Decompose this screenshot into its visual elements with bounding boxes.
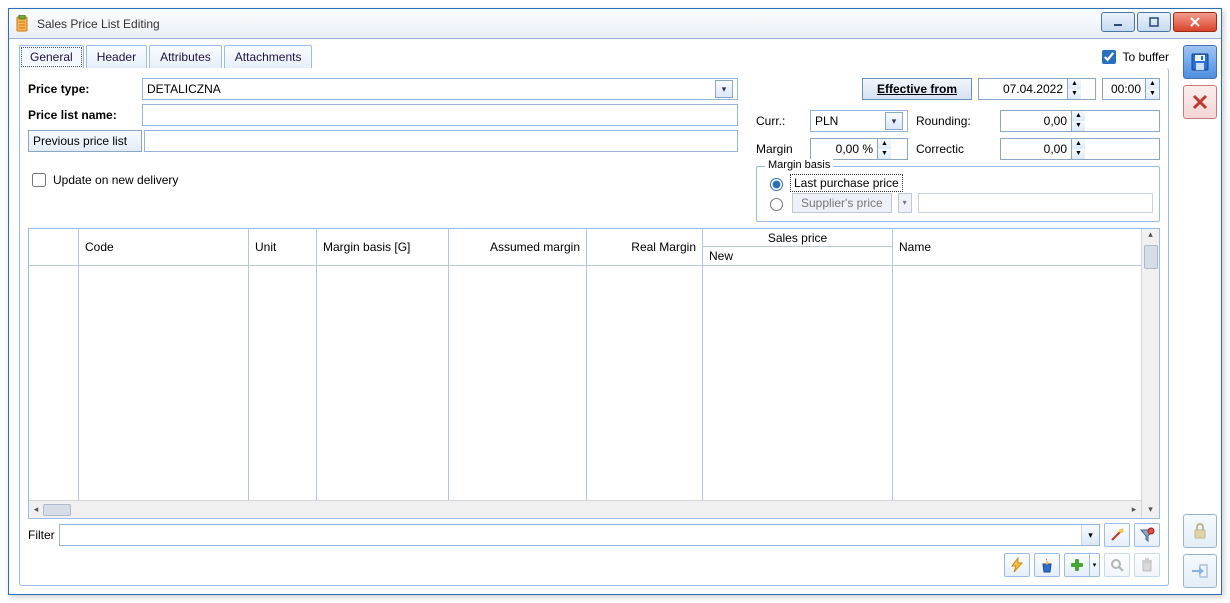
col-real-margin[interactable]: Real Margin: [587, 229, 703, 265]
margin-up[interactable]: ▲: [877, 139, 891, 149]
margin-input[interactable]: [811, 140, 877, 158]
col-sales-price-new: New: [703, 247, 892, 265]
trash-button[interactable]: [1134, 553, 1160, 577]
bolt-button[interactable]: [1004, 553, 1030, 577]
tab-general[interactable]: General: [19, 45, 84, 69]
close-button[interactable]: [1173, 12, 1217, 32]
price-type-combo[interactable]: DETALICZNA ▾: [142, 78, 738, 100]
save-side-button[interactable]: [1183, 45, 1217, 79]
add-button[interactable]: [1064, 553, 1090, 577]
time-down[interactable]: ▼: [1145, 89, 1159, 99]
rounding-up[interactable]: ▲: [1071, 111, 1085, 121]
tab-header[interactable]: Header: [86, 45, 147, 69]
title-bar: Sales Price List Editing: [9, 9, 1221, 39]
fire-bucket-button[interactable]: [1034, 553, 1060, 577]
margin-basis-last-purchase-radio[interactable]: [770, 178, 783, 191]
grid-vscroll[interactable]: ▴ ▾: [1141, 229, 1159, 518]
lock-side-button[interactable]: [1183, 514, 1217, 548]
suppliers-price-button[interactable]: Supplier's price: [792, 193, 892, 213]
window-title: Sales Price List Editing: [37, 17, 160, 31]
to-buffer-checkbox[interactable]: [1102, 50, 1116, 64]
scroll-left-icon[interactable]: ◂: [29, 504, 43, 515]
correctic-field[interactable]: ▲▼: [1000, 138, 1160, 160]
tab-attributes[interactable]: Attributes: [149, 45, 222, 69]
correctic-label: Correctic: [916, 142, 992, 156]
currency-combo[interactable]: PLN ▾: [810, 110, 908, 132]
date-up[interactable]: ▲: [1067, 79, 1081, 89]
time-up[interactable]: ▲: [1145, 79, 1159, 89]
col-sales-price[interactable]: Sales price New: [703, 229, 893, 265]
rounding-down[interactable]: ▼: [1071, 121, 1085, 131]
col-unit[interactable]: Unit: [249, 229, 317, 265]
margin-basis-last-purchase-label: Last purchase price: [792, 176, 901, 190]
filter-input[interactable]: [60, 525, 1081, 545]
effective-time-field[interactable]: ▲▼: [1102, 78, 1160, 100]
items-grid: Code Unit Margin basis [G] Assumed margi…: [28, 228, 1160, 519]
rounding-field[interactable]: ▲▼: [1000, 110, 1160, 132]
currency-value: PLN: [815, 114, 838, 128]
suppliers-price-dropdown[interactable]: ▾: [898, 193, 912, 213]
col-assumed-margin[interactable]: Assumed margin: [449, 229, 587, 265]
rounding-label: Rounding:: [916, 114, 992, 128]
add-dropdown[interactable]: ▾: [1090, 553, 1100, 577]
vscroll-thumb[interactable]: [1144, 245, 1158, 269]
correctic-input[interactable]: [1001, 140, 1071, 158]
date-down[interactable]: ▼: [1067, 89, 1081, 99]
scroll-up-icon[interactable]: ▴: [1148, 229, 1153, 243]
grid-hscroll[interactable]: ◂ ▸: [29, 500, 1141, 518]
col-margin-basis[interactable]: Margin basis [G]: [317, 229, 449, 265]
tab-strip: General Header Attributes Attachments: [19, 45, 312, 69]
effective-time-input[interactable]: [1103, 80, 1145, 98]
tab-attachments[interactable]: Attachments: [224, 45, 313, 69]
effective-date-field[interactable]: ▲▼: [978, 78, 1096, 100]
margin-field[interactable]: ▲▼: [810, 138, 908, 160]
col-rowhandle[interactable]: [29, 229, 79, 265]
correctic-down[interactable]: ▼: [1071, 149, 1085, 159]
price-type-label: Price type:: [28, 82, 142, 96]
update-on-delivery-label: Update on new delivery: [53, 173, 178, 187]
col-name[interactable]: Name: [893, 229, 1141, 265]
margin-down[interactable]: ▼: [877, 149, 891, 159]
chevron-down-icon: ▾: [715, 80, 733, 98]
hscroll-thumb[interactable]: [43, 504, 71, 516]
margin-label: Margin: [756, 142, 802, 156]
col-code[interactable]: Code: [79, 229, 249, 265]
price-type-value: DETALICZNA: [147, 82, 221, 96]
margin-basis-group: Margin basis Last purchase price Supplie…: [756, 166, 1160, 222]
chevron-down-icon: ▾: [885, 112, 903, 130]
currency-label: Curr.:: [756, 114, 802, 128]
filter-combo[interactable]: ▾: [59, 524, 1100, 546]
import-side-button[interactable]: [1183, 554, 1217, 588]
col-sales-price-top: Sales price: [703, 229, 892, 247]
cancel-side-button[interactable]: [1183, 85, 1217, 119]
rounding-input[interactable]: [1001, 112, 1071, 130]
price-list-name-input[interactable]: [142, 104, 738, 126]
scroll-right-icon[interactable]: ▸: [1127, 504, 1141, 515]
maximize-button[interactable]: [1137, 12, 1171, 32]
app-window: Sales Price List Editing General Header …: [8, 8, 1222, 595]
scroll-down-icon[interactable]: ▾: [1148, 504, 1153, 518]
correctic-up[interactable]: ▲: [1071, 139, 1085, 149]
grid-body[interactable]: [29, 266, 1141, 500]
to-buffer-label: To buffer: [1123, 50, 1169, 64]
update-on-delivery-checkbox[interactable]: [32, 173, 46, 187]
margin-basis-legend: Margin basis: [765, 159, 833, 171]
filter-wand-button[interactable]: [1104, 523, 1130, 547]
minimize-button[interactable]: [1101, 12, 1135, 32]
grid-header: Code Unit Margin basis [G] Assumed margi…: [29, 229, 1141, 266]
previous-price-list-button[interactable]: Previous price list: [28, 130, 142, 152]
search-button[interactable]: [1104, 553, 1130, 577]
filter-funnel-button[interactable]: [1134, 523, 1160, 547]
suppliers-price-field[interactable]: [918, 193, 1153, 213]
filter-label: Filter: [28, 528, 55, 542]
filter-dropdown-icon[interactable]: ▾: [1081, 525, 1099, 545]
app-icon: [15, 15, 31, 33]
margin-basis-supplier-radio[interactable]: [770, 198, 783, 211]
price-list-name-label: Price list name:: [28, 108, 142, 122]
previous-price-list-field[interactable]: [144, 130, 738, 152]
effective-date-input[interactable]: [979, 80, 1067, 98]
effective-from-button[interactable]: Effective from: [862, 78, 972, 100]
